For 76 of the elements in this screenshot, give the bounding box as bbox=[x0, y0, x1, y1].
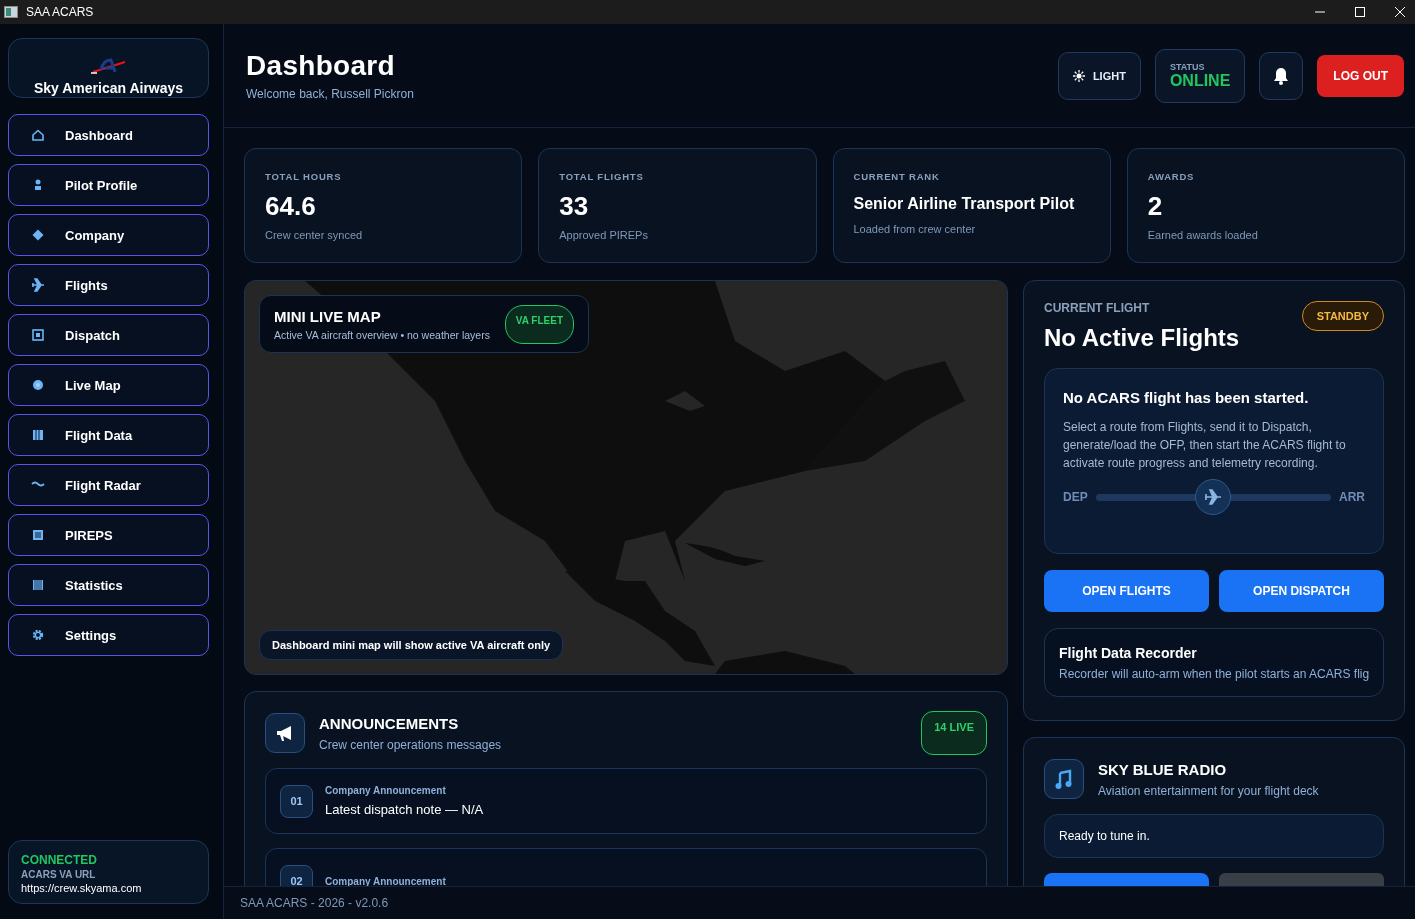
plane-icon bbox=[31, 278, 45, 292]
nav-item[interactable]: Live Map bbox=[8, 364, 209, 406]
sun-icon bbox=[1072, 69, 1085, 82]
page-title: Dashboard bbox=[246, 50, 396, 82]
announcement-category: Company Announcement bbox=[325, 785, 447, 796]
departure-label: DEP bbox=[1063, 490, 1088, 504]
live-badge: 14 LIVE bbox=[921, 711, 987, 755]
nav-item[interactable]: Dashboard bbox=[8, 114, 209, 156]
message-text: Select a route from Flights, send it to Dispatch, generate/load the OFP, then start the ACARS flight to activate route progress and telemetry recording. bbox=[1063, 419, 1347, 472]
home-icon bbox=[31, 128, 45, 142]
section-subtitle: Crew center operations messages bbox=[319, 737, 503, 752]
radio-title: SKY BLUE RADIO bbox=[1098, 760, 1228, 778]
stat-note: Approved PIREPs bbox=[559, 229, 649, 241]
nav-item[interactable]: PIREPS bbox=[8, 514, 209, 556]
section-label: CURRENT FLIGHT bbox=[1044, 301, 1151, 315]
nav-item[interactable]: Company bbox=[8, 214, 209, 256]
status-label: STATUS bbox=[1169, 61, 1206, 72]
stat-label: TOTAL HOURS bbox=[265, 171, 343, 182]
stat-value: 64.6 bbox=[265, 192, 317, 220]
nav-item[interactable]: Flight Radar bbox=[8, 464, 209, 506]
stat-note: Loaded from crew center bbox=[853, 223, 977, 235]
settings-icon bbox=[31, 628, 45, 642]
box-icon bbox=[31, 328, 45, 342]
nav-item[interactable]: Flight Data bbox=[8, 414, 209, 456]
message-title: No ACARS flight has been started. bbox=[1063, 389, 1310, 406]
stat-note: Crew center synced bbox=[265, 229, 364, 241]
note-drawing bbox=[1055, 769, 1073, 789]
notifications-button[interactable] bbox=[1259, 51, 1304, 100]
airline-logo bbox=[90, 56, 127, 76]
stat-value: Senior Airline Transport Pilot bbox=[853, 194, 1076, 214]
status-badge: STANDBY bbox=[1301, 301, 1384, 331]
nav-item[interactable]: Dispatch bbox=[8, 314, 209, 356]
grid-icon bbox=[31, 428, 45, 442]
announcement-text: Latest dispatch note — N/A bbox=[325, 802, 484, 817]
arrival-label: ARR bbox=[1339, 490, 1365, 504]
map-subtitle: Active VA aircraft overview • no weather layers bbox=[274, 328, 491, 341]
nav-item[interactable]: Settings bbox=[8, 614, 209, 656]
status-value: ONLINE bbox=[1169, 71, 1231, 90]
radio-subtitle: Aviation entertainment for your flight deck bbox=[1098, 783, 1320, 798]
announcement-number: 02 bbox=[280, 864, 313, 886]
recorder-title: Flight Data Recorder bbox=[1059, 645, 1198, 661]
stat-label: CURRENT RANK bbox=[853, 171, 941, 182]
nav-item[interactable]: Flights bbox=[8, 264, 209, 306]
fleet-badge: VA FLEET bbox=[504, 304, 574, 344]
theme-button[interactable]: LIGHT bbox=[1057, 51, 1141, 100]
diamond-icon bbox=[31, 228, 45, 242]
radio-status: Ready to tune in. bbox=[1044, 814, 1384, 858]
maximize-icon[interactable] bbox=[1355, 7, 1365, 17]
app-icon bbox=[4, 6, 18, 18]
plane-icon bbox=[1204, 488, 1223, 506]
airline-name: Sky American Airways bbox=[33, 80, 184, 96]
window-title: SAA ACARS bbox=[26, 5, 95, 19]
connection-status: CONNECTED bbox=[21, 853, 98, 867]
announcement-number: 01 bbox=[280, 784, 313, 818]
nav-item[interactable]: Pilot Profile bbox=[8, 164, 209, 206]
stat-value: 2 bbox=[1147, 192, 1164, 220]
map-note: Dashboard mini map will show active VA aircraft only bbox=[259, 630, 564, 660]
close-icon[interactable] bbox=[1395, 7, 1405, 17]
nav-item[interactable]: Statistics bbox=[8, 564, 209, 606]
dot-icon bbox=[31, 378, 45, 392]
open-flights-button[interactable]: OPEN FLIGHTS bbox=[1044, 570, 1209, 612]
stat-note: Earned awards loaded bbox=[1147, 229, 1259, 241]
stat-label: TOTAL FLIGHTS bbox=[559, 171, 645, 182]
section-title: ANNOUNCEMENTS bbox=[319, 714, 460, 732]
open-dispatch-button[interactable]: OPEN DISPATCH bbox=[1219, 570, 1384, 612]
flight-title: No Active Flights bbox=[1044, 324, 1240, 352]
recorder-text: Recorder will auto-arm when the pilot starts an ACARS flig bbox=[1059, 667, 1369, 681]
stat-label: AWARDS bbox=[1147, 171, 1196, 182]
logout-button[interactable]: LOG OUT bbox=[1317, 54, 1404, 97]
map-title: MINI LIVE MAP bbox=[274, 307, 382, 325]
welcome-text: Welcome back, Russell Pickron bbox=[246, 87, 415, 101]
stat-value: 33 bbox=[559, 192, 590, 220]
bell-icon bbox=[1273, 66, 1290, 85]
url-text: https://crew.skyama.com bbox=[21, 882, 143, 894]
announcement-category: Company Announcement bbox=[325, 875, 446, 886]
url-label: ACARS VA URL bbox=[21, 869, 97, 880]
